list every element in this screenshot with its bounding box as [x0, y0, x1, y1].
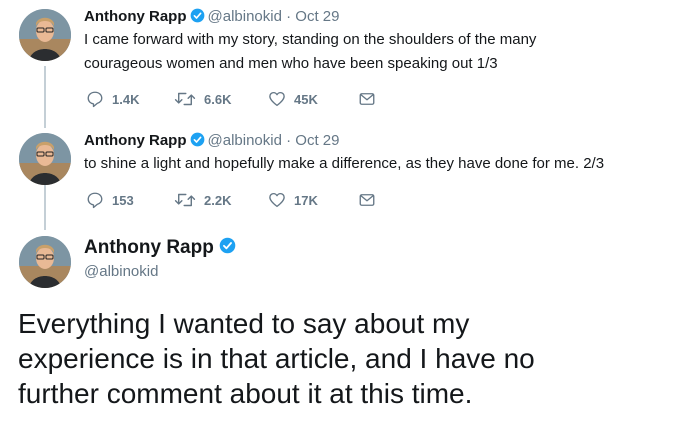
- tweet-text: to shine a light and hopefully make a di…: [84, 152, 604, 176]
- reply-icon: [87, 91, 103, 108]
- tweet-text-line: experience is in that article, and I hav…: [18, 343, 535, 374]
- direct-message-button[interactable]: [358, 90, 384, 108]
- author-name[interactable]: Anthony Rapp: [84, 8, 187, 25]
- author-name[interactable]: Anthony Rapp: [84, 237, 214, 258]
- author-name[interactable]: Anthony Rapp: [84, 132, 187, 149]
- direct-message-button[interactable]: [358, 191, 384, 209]
- like-icon: [269, 192, 285, 208]
- tweet-header: Anthony Rapp @albinokid · Oct 29: [84, 7, 339, 29]
- retweet-icon: [174, 193, 196, 207]
- direct-message-icon: [359, 93, 375, 105]
- avatar[interactable]: [19, 236, 71, 288]
- verified-badge-icon: [190, 8, 205, 29]
- like-button[interactable]: 45K: [268, 90, 318, 108]
- retweet-button[interactable]: 6.6K: [174, 90, 231, 108]
- tweet[interactable]: Anthony Rapp @albinokid · Oct 29 to shine…: [0, 131, 680, 221]
- reply-count: 153: [112, 192, 134, 208]
- direct-message-icon: [359, 194, 375, 206]
- separator-dot: ·: [286, 132, 292, 149]
- tweet-date[interactable]: Oct 29: [295, 132, 339, 149]
- author-handle[interactable]: @albinokid: [208, 132, 282, 149]
- reply-count: 1.4K: [112, 91, 140, 107]
- like-count: 45K: [294, 91, 318, 107]
- tweet-text-line: courageous women and men who have been s…: [84, 55, 498, 72]
- tweet-header: Anthony Rapp @albinokid · Oct 29: [84, 131, 339, 153]
- verified-badge-icon: [219, 237, 236, 260]
- tweet-date[interactable]: Oct 29: [295, 8, 339, 25]
- reply-button[interactable]: 153: [86, 191, 134, 209]
- tweet-text-line: to shine a light and hopefully make a di…: [84, 155, 605, 172]
- tweet-text: I came forward with my story, standing o…: [84, 28, 536, 76]
- retweet-count: 6.6K: [204, 91, 232, 107]
- main-author-name[interactable]: Anthony Rapp: [84, 237, 239, 260]
- main-author-handle[interactable]: @albinokid: [84, 263, 158, 280]
- avatar[interactable]: [19, 133, 71, 185]
- reply-button[interactable]: 1.4K: [86, 90, 139, 108]
- retweet-button[interactable]: 2.2K: [174, 191, 231, 209]
- avatar[interactable]: [19, 9, 71, 61]
- tweet-text-line: Everything I wanted to say about my: [18, 308, 470, 339]
- retweet-count: 2.2K: [204, 192, 232, 208]
- reply-icon: [87, 192, 103, 209]
- tweet[interactable]: Anthony Rapp @albinokid · Oct 29 I came f…: [0, 7, 680, 117]
- author-handle[interactable]: @albinokid: [208, 8, 282, 25]
- like-button[interactable]: 17K: [268, 191, 318, 209]
- like-icon: [269, 91, 285, 107]
- tweet-text-line: further comment about it at this time.: [18, 378, 473, 409]
- like-count: 17K: [294, 192, 318, 208]
- separator-dot: ·: [286, 8, 292, 25]
- main-tweet-text: Everything I wanted to say about my expe…: [18, 306, 668, 411]
- tweet-text-line: I came forward with my story, standing o…: [84, 31, 537, 48]
- verified-badge-icon: [190, 132, 205, 153]
- retweet-icon: [174, 92, 196, 106]
